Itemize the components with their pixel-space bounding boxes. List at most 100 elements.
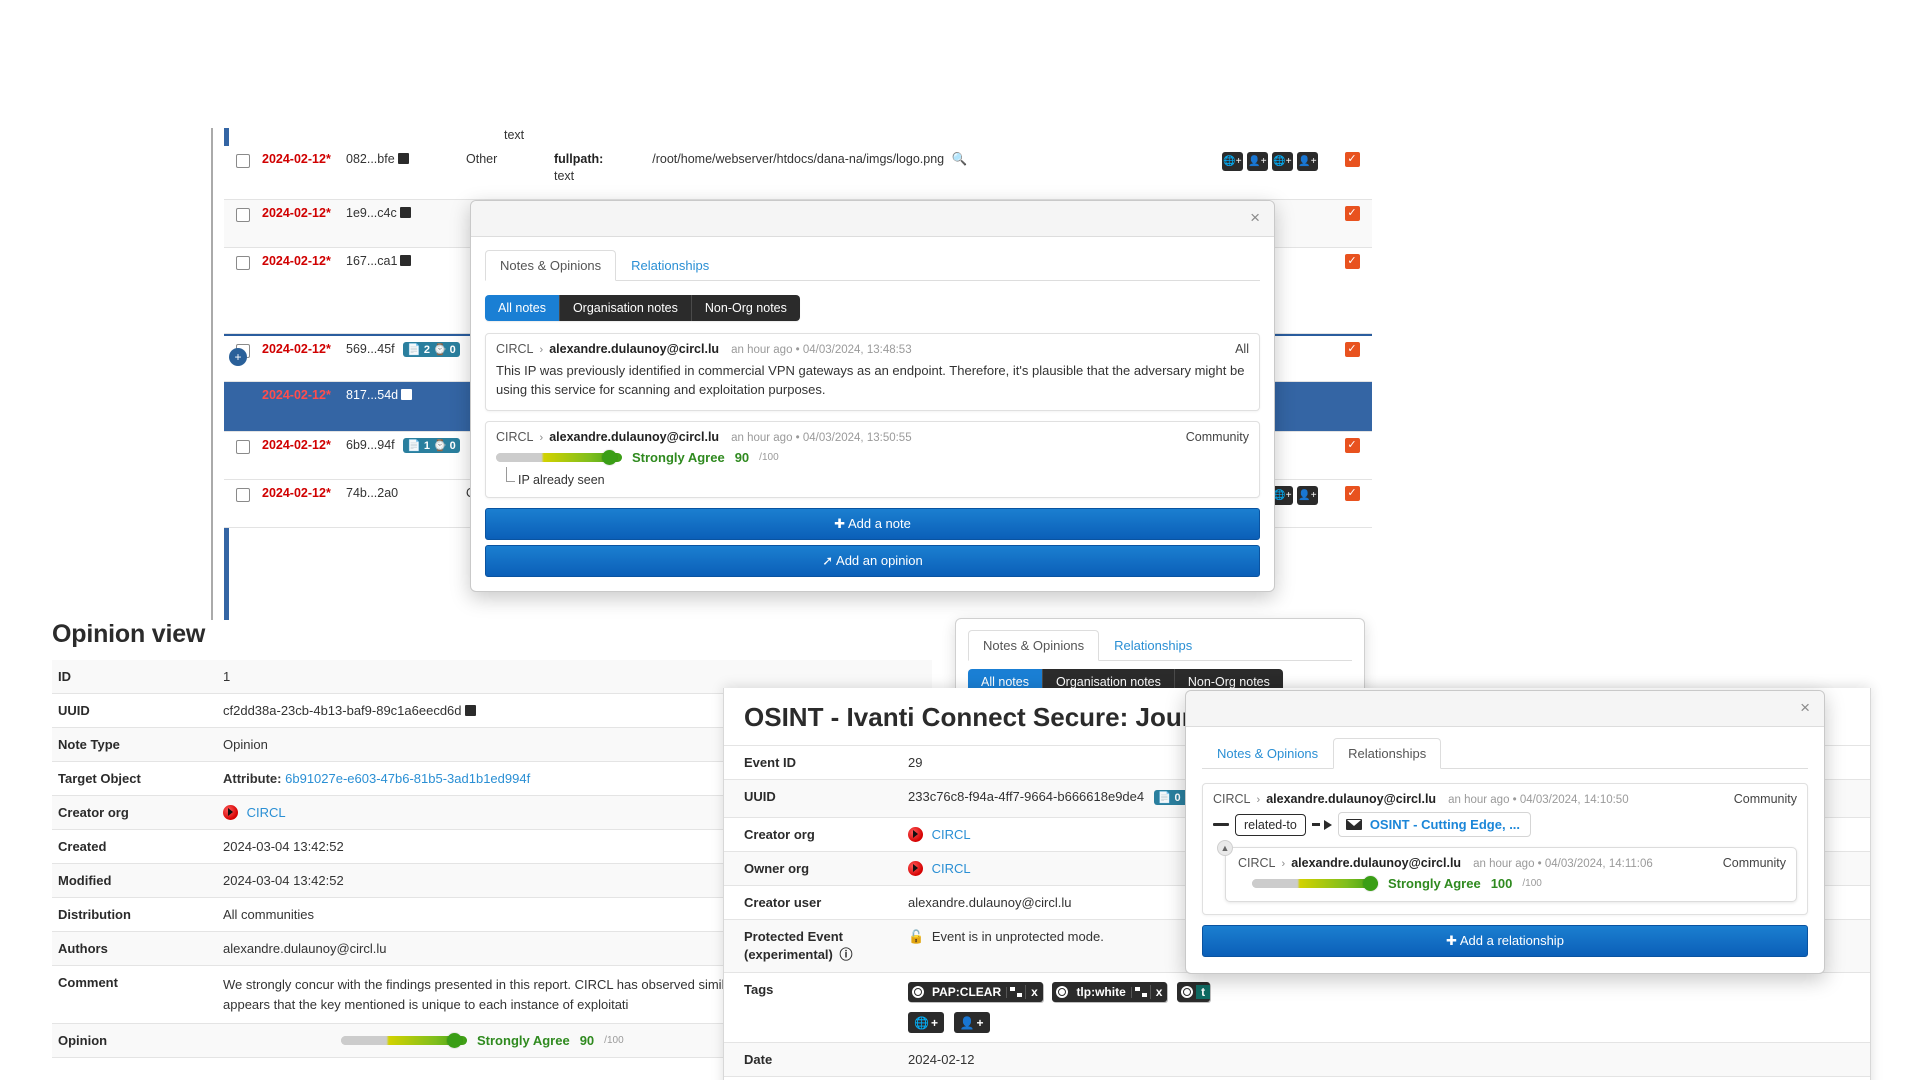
tab-notes-opinions[interactable]: Notes & Opinions xyxy=(485,250,617,281)
add-relationship-button[interactable]: ✚ Add a relationship xyxy=(1202,925,1808,957)
row-flag[interactable]: ✓ xyxy=(1332,206,1372,221)
opinion-value: 90 xyxy=(734,449,750,465)
opinion-slider[interactable] xyxy=(1252,876,1378,891)
filter-non-org-notes[interactable]: Non-Org notes xyxy=(691,295,800,321)
user-plus-icon-2[interactable]: 👤+ xyxy=(1297,152,1318,171)
add-global-tag-button[interactable]: 🌐 + xyxy=(908,1012,944,1033)
tag-chip[interactable]: PAP:CLEAR x xyxy=(908,982,1043,1002)
row-checkbox[interactable] xyxy=(224,152,262,168)
copy-icon[interactable] xyxy=(464,705,476,716)
relationship-target-link[interactable]: OSINT - Cutting Edge, ... xyxy=(1370,817,1520,832)
row-flag[interactable]: ✓ xyxy=(1332,438,1372,453)
attribute-uuid[interactable]: 082...bfe xyxy=(346,152,466,166)
opinion-slider[interactable] xyxy=(496,449,622,465)
note-distribution: All xyxy=(1235,342,1249,356)
filter-all-notes[interactable]: All notes xyxy=(485,295,560,321)
globe-plus-icon-2[interactable]: 🌐+ xyxy=(1272,486,1293,505)
attribute-uuid[interactable]: 74b...2a0 xyxy=(346,486,466,500)
user-plus-icon-2[interactable]: 👤+ xyxy=(1297,486,1318,505)
row-key: Opinion xyxy=(58,1033,108,1048)
attribute-uuid[interactable]: 817...54d xyxy=(346,388,466,402)
relationship-entry[interactable]: CIRCL › alexandre.dulaunoy@circl.lu an h… xyxy=(1202,783,1808,915)
row-flag[interactable]: ✓ xyxy=(1332,152,1372,167)
relationship-meta: CIRCL › alexandre.dulaunoy@circl.lu an h… xyxy=(1213,792,1797,806)
creator-org-link[interactable]: CIRCL xyxy=(932,827,971,842)
creator-org-link[interactable]: CIRCL xyxy=(247,805,286,820)
attribute-uuid[interactable]: 569...45f 📄 2 ⌚ 0 xyxy=(346,342,466,357)
row-checkbox[interactable] xyxy=(224,438,262,454)
tag-chip[interactable]: t xyxy=(1177,982,1211,1002)
info-icon[interactable]: ⓘ xyxy=(840,947,853,962)
opinion-distribution: Community xyxy=(1185,429,1249,444)
table-row[interactable]: 2024-02-12* 082...bfe Other fullpath: /r… xyxy=(224,146,1372,200)
row-flag[interactable]: ✓ xyxy=(1332,254,1372,269)
collapse-toggle-icon[interactable]: ▲ xyxy=(1217,840,1233,856)
owner-org-link[interactable]: CIRCL xyxy=(932,861,971,876)
row-checkbox[interactable] xyxy=(224,388,262,390)
note-icon: 📄 xyxy=(1157,792,1172,804)
attribute-uuid[interactable]: 1e9...c4c xyxy=(346,206,466,220)
opinion-slider[interactable] xyxy=(341,1033,467,1048)
copy-icon[interactable] xyxy=(399,207,411,218)
close-icon[interactable]: × xyxy=(1796,697,1814,718)
attribute-date: 2024-02-12* xyxy=(262,254,331,268)
bg-tab-relationships[interactable]: Relationships xyxy=(1099,630,1207,661)
note-timestamp: an hour ago • 04/03/2024, 13:48:53 xyxy=(731,344,912,356)
tag-tree-icon[interactable] xyxy=(1006,986,1025,998)
add-note-button[interactable]: ✚ Add a note xyxy=(485,507,1260,540)
filter-organisation-notes[interactable]: Organisation notes xyxy=(559,295,692,321)
tag-remove-icon[interactable]: x xyxy=(1149,985,1168,999)
opinion-distribution: Community xyxy=(1722,856,1786,870)
attribute-value: fullpath: /root/home/webserver/htdocs/da… xyxy=(554,152,1222,183)
modal-tabs: Notes & Opinions Relationships xyxy=(485,249,1260,281)
tag-tree-icon[interactable] xyxy=(1130,986,1150,998)
opinion-slider-row: Strongly Agree 90 /100 xyxy=(496,449,1249,465)
tag-chip[interactable]: tlp:white x xyxy=(1052,982,1168,1002)
tab-notes-opinions[interactable]: Notes & Opinions xyxy=(1202,738,1333,769)
opinion-slider-knob[interactable] xyxy=(602,449,617,465)
tag-remove-icon[interactable]: x xyxy=(1025,985,1043,999)
row-flag[interactable]: ✓ xyxy=(1332,342,1372,357)
opinion-comment: IP already seen xyxy=(506,466,1249,487)
user-plus-icon[interactable]: 👤+ xyxy=(1247,152,1268,171)
attribute-category: Other xyxy=(466,152,498,166)
relationship-target[interactable]: OSINT - Cutting Edge, ... xyxy=(1337,812,1532,837)
search-icon[interactable]: 🔍 xyxy=(952,152,968,166)
expand-row-icon[interactable]: + xyxy=(229,348,247,366)
opinion-slider-knob[interactable] xyxy=(1363,876,1378,891)
row-flag[interactable]: ✓ xyxy=(1332,486,1372,501)
row-key: Authors xyxy=(58,941,108,956)
copy-icon[interactable] xyxy=(401,389,413,400)
lock-open-icon: 🔓 xyxy=(908,929,925,944)
opinion-slider-knob[interactable] xyxy=(447,1033,462,1048)
globe-plus-icon-2[interactable]: 🌐+ xyxy=(1272,152,1293,171)
note-relationship-badge[interactable]: 📄 1 ⌚ 0 xyxy=(403,438,460,453)
bg-tab-notes-opinions[interactable]: Notes & Opinions xyxy=(968,630,1100,661)
attribute-uuid[interactable]: 6b9...94f 📄 1 ⌚ 0 xyxy=(346,438,466,453)
attribute-uuid[interactable]: 167...ca1 xyxy=(346,254,466,268)
add-local-tag-button[interactable]: 👤 + xyxy=(953,1012,990,1033)
tab-relationships[interactable]: Relationships xyxy=(616,250,724,281)
row-checkbox[interactable] xyxy=(224,254,262,270)
row-checkbox[interactable] xyxy=(224,206,262,222)
row-key: UUID xyxy=(58,703,90,718)
opinion-entry[interactable]: CIRCL › alexandre.dulaunoy@circl.lu an h… xyxy=(485,420,1260,498)
attribute-value-text: /root/home/webserver/htdocs/dana-na/imgs… xyxy=(652,152,945,166)
tab-relationships[interactable]: Relationships xyxy=(1333,738,1442,769)
copy-icon[interactable] xyxy=(397,153,409,164)
row-checkbox[interactable] xyxy=(224,486,262,502)
opinion-label: Strongly Agree xyxy=(477,1033,570,1048)
note-entry[interactable]: CIRCL › alexandre.dulaunoy@circl.lu an h… xyxy=(485,333,1260,411)
attribute-date: 2024-02-12* xyxy=(262,206,331,220)
target-object-link[interactable]: 6b91027e-e603-47b6-81b5-3ad1b1ed994f xyxy=(285,771,530,786)
globe-plus-icon[interactable]: 🌐+ xyxy=(1222,152,1243,171)
nested-opinion-entry[interactable]: CIRCL › alexandre.dulaunoy@circl.lu an h… xyxy=(1225,847,1797,902)
close-icon[interactable]: × xyxy=(1246,207,1264,228)
globe-icon xyxy=(1052,986,1071,998)
chevron-right-icon: › xyxy=(1256,794,1261,806)
note-relationship-badge[interactable]: 📄 2 ⌚ 0 xyxy=(403,342,460,357)
add-opinion-button[interactable]: ➚ Add an opinion xyxy=(485,544,1260,577)
copy-icon[interactable] xyxy=(400,255,412,266)
row-action-icons[interactable]: 🌐+ 👤+ 🌐+ 👤+ xyxy=(1222,152,1332,171)
plus-icon: ✚ xyxy=(834,515,846,531)
